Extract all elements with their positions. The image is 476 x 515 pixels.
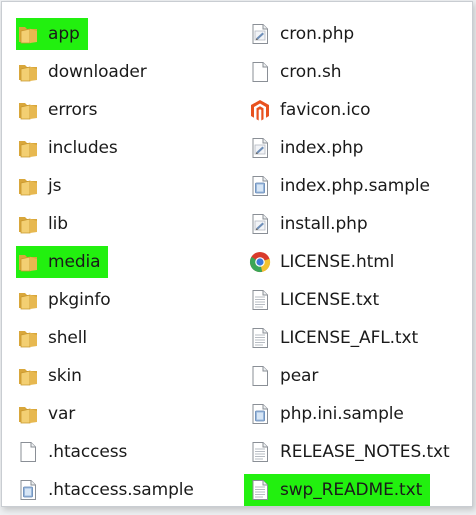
- text-file-icon: [248, 326, 272, 350]
- file-item-htaccess[interactable]: .htaccess: [16, 433, 238, 471]
- file-item-index-php-sample[interactable]: index.php.sample: [248, 167, 474, 205]
- blank-file-icon: [248, 364, 272, 388]
- file-item-media[interactable]: media: [16, 243, 238, 281]
- folder-icon: [16, 174, 40, 198]
- file-item-js[interactable]: js: [16, 167, 238, 205]
- file-name: downloader: [48, 62, 147, 82]
- file-name: install.php: [280, 214, 368, 234]
- file-item-includes[interactable]: includes: [16, 129, 238, 167]
- php-file-icon: [248, 22, 272, 46]
- file-item-php-ini-sample[interactable]: php.ini.sample: [248, 395, 474, 433]
- file-item-errors[interactable]: errors: [16, 91, 238, 129]
- blank-file-icon: [248, 60, 272, 84]
- file-name: includes: [48, 138, 118, 158]
- blank-file-icon: [16, 440, 40, 464]
- folder-icon: [16, 98, 40, 122]
- php-file-icon: [248, 212, 272, 236]
- folder-icon: [16, 402, 40, 426]
- file-name: LICENSE.html: [280, 252, 395, 272]
- folder-icon: [16, 288, 40, 312]
- file-item-license-afl-txt[interactable]: LICENSE_AFL.txt: [248, 319, 474, 357]
- chrome-icon: [248, 250, 272, 274]
- folder-icon: [16, 60, 40, 84]
- file-item-license-txt[interactable]: LICENSE.txt: [248, 281, 474, 319]
- file-item-skin[interactable]: skin: [16, 357, 238, 395]
- file-item-shell[interactable]: shell: [16, 319, 238, 357]
- php-file-icon: [248, 136, 272, 160]
- file-name: cron.sh: [280, 62, 342, 82]
- folder-icon: [16, 212, 40, 236]
- folder-icon: [16, 250, 40, 274]
- file-item-downloader[interactable]: downloader: [16, 53, 238, 91]
- file-item-swp-readme-txt[interactable]: swp_README.txt: [244, 471, 474, 509]
- file-name: index.php: [280, 138, 364, 158]
- file-name: js: [48, 176, 62, 196]
- file-item-pkginfo[interactable]: pkginfo: [16, 281, 238, 319]
- file-name: LICENSE.txt: [280, 290, 380, 310]
- file-item-pear[interactable]: pear: [248, 357, 474, 395]
- file-item-install-php[interactable]: install.php: [248, 205, 474, 243]
- file-name: .htaccess: [48, 442, 128, 462]
- magento-icon: [248, 98, 272, 122]
- left-file-column: app downloader errors includes js lib me…: [16, 15, 238, 509]
- file-name: skin: [48, 366, 82, 386]
- text-file-icon: [248, 478, 272, 502]
- file-name: lib: [48, 214, 68, 234]
- file-item-cron-sh[interactable]: cron.sh: [248, 53, 474, 91]
- file-name: var: [48, 404, 76, 424]
- file-item-license-html[interactable]: LICENSE.html: [248, 243, 474, 281]
- file-item-release-notes-txt[interactable]: RELEASE_NOTES.txt: [248, 433, 474, 471]
- right-file-column: cron.php cron.sh favicon.ico index.php i…: [244, 15, 474, 509]
- file-item-app[interactable]: app: [16, 15, 238, 53]
- file-item-lib[interactable]: lib: [16, 205, 238, 243]
- file-name: cron.php: [280, 24, 355, 44]
- folder-icon: [16, 364, 40, 388]
- sample-file-icon: [16, 478, 40, 502]
- file-name: app: [48, 24, 80, 44]
- file-name: LICENSE_AFL.txt: [280, 328, 419, 348]
- folder-icon: [16, 326, 40, 350]
- file-name: swp_README.txt: [280, 480, 423, 500]
- file-name: shell: [48, 328, 88, 348]
- file-name: RELEASE_NOTES.txt: [280, 442, 450, 462]
- file-item-index-php[interactable]: index.php: [248, 129, 474, 167]
- file-name: php.ini.sample: [280, 404, 404, 424]
- file-name: pear: [280, 366, 319, 386]
- file-name: index.php.sample: [280, 176, 430, 196]
- file-list-panel: app downloader errors includes js lib me…: [1, 1, 473, 507]
- file-name: pkginfo: [48, 290, 111, 310]
- file-item-var[interactable]: var: [16, 395, 238, 433]
- folder-icon: [16, 22, 40, 46]
- sample-file-icon: [248, 402, 272, 426]
- file-name: errors: [48, 100, 98, 120]
- file-name: favicon.ico: [280, 100, 371, 120]
- file-name: .htaccess.sample: [48, 480, 194, 500]
- file-item-htaccess-sample[interactable]: .htaccess.sample: [16, 471, 238, 509]
- text-file-icon: [248, 440, 272, 464]
- folder-icon: [16, 136, 40, 160]
- file-item-favicon-ico[interactable]: favicon.ico: [248, 91, 474, 129]
- file-item-cron-php[interactable]: cron.php: [248, 15, 474, 53]
- file-name: media: [48, 252, 101, 272]
- text-file-icon: [248, 288, 272, 312]
- sample-file-icon: [248, 174, 272, 198]
